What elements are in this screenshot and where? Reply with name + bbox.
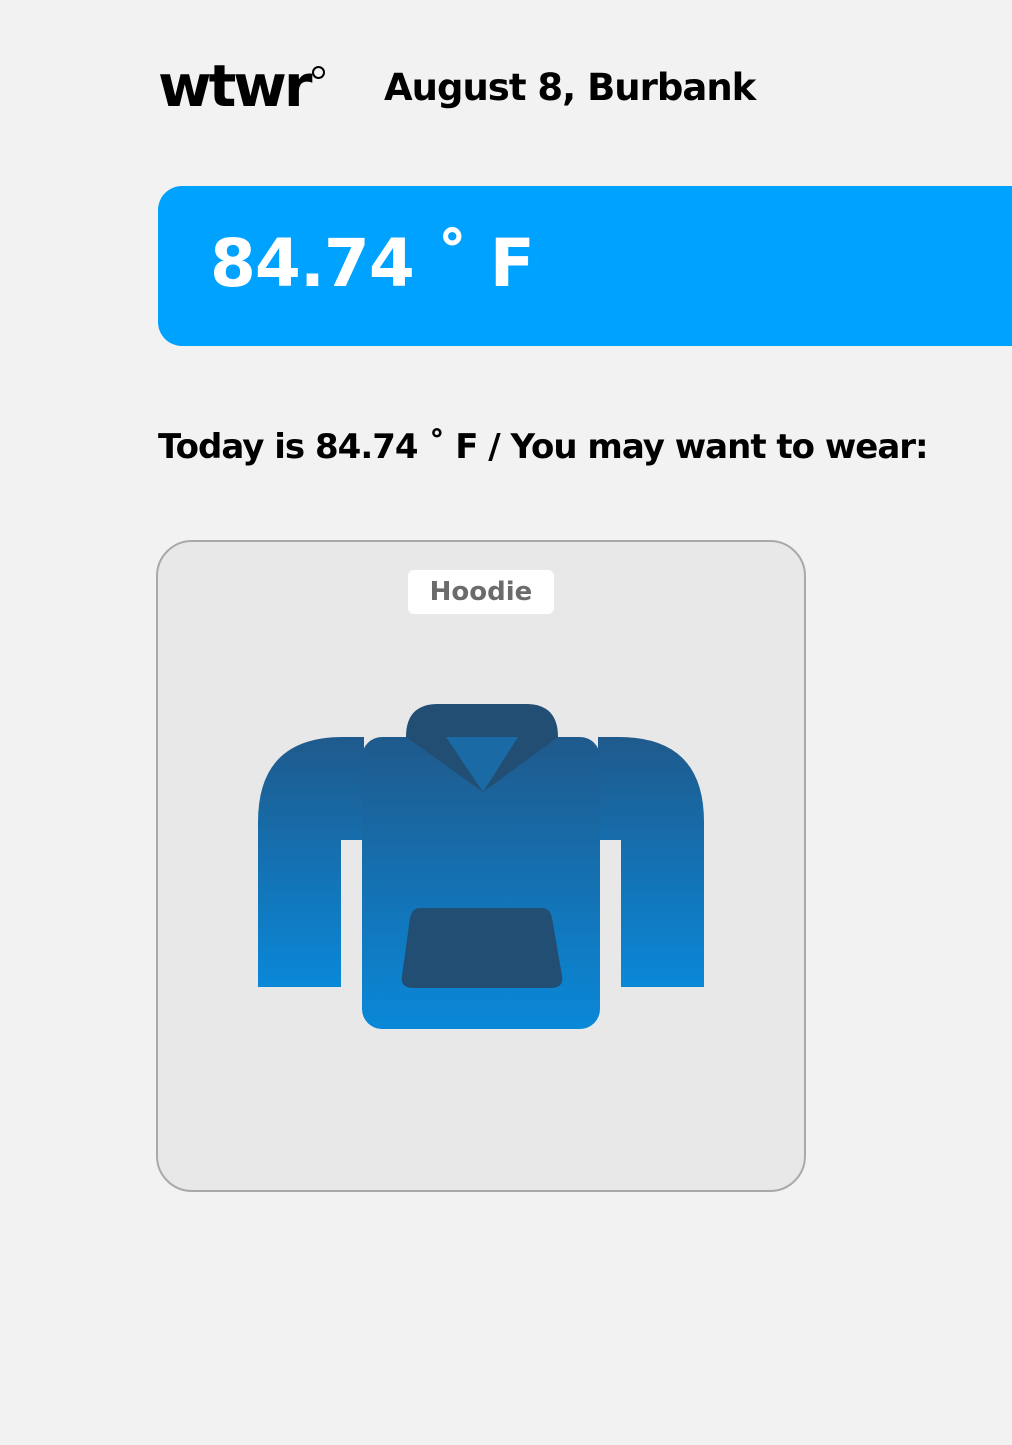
hoodie-icon: [258, 704, 704, 1029]
degree-ring-icon: [311, 66, 325, 79]
temperature-value: 84.74 ˚ F: [210, 225, 535, 302]
recommendation-text: Today is 84.74 ˚ F / You may want to wea…: [158, 427, 929, 467]
date-location: August 8, Burbank: [384, 66, 756, 109]
weather-card: 84.74 ˚ F: [158, 186, 1012, 346]
app-logo[interactable]: wtwr: [158, 56, 325, 116]
item-label: Hoodie: [408, 570, 554, 614]
item-card-hoodie[interactable]: Hoodie: [156, 540, 806, 1192]
logo-text: wtwr: [158, 52, 312, 120]
